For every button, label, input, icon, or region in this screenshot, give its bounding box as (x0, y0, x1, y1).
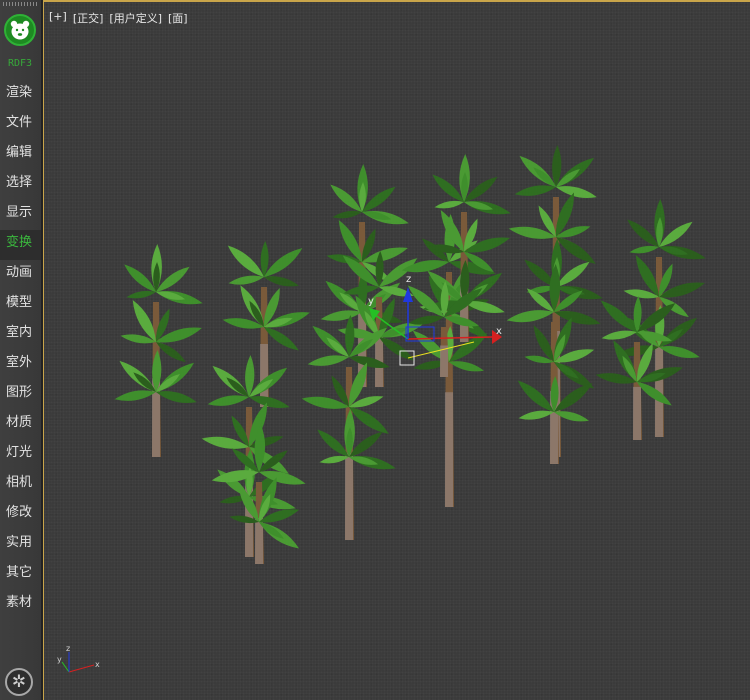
sidebar-item-exterior[interactable]: 室外 (0, 350, 41, 380)
palm-leaf (317, 429, 349, 457)
gizmo-z-label: z (406, 274, 411, 285)
palm-leaf (514, 185, 556, 196)
palm-trunk-base (445, 392, 453, 507)
sidebar-item-modify[interactable]: 修改 (0, 500, 41, 530)
sidebar-item-interior[interactable]: 室内 (0, 320, 41, 350)
palm-leaf (627, 219, 659, 247)
palm-leaf (156, 391, 197, 404)
sidebar-item-animation[interactable]: 动画 (0, 260, 41, 290)
palm-leaf (554, 311, 601, 325)
palm-leaf (408, 315, 444, 325)
palm-tree[interactable] (114, 244, 203, 457)
palm-leaf (556, 186, 597, 199)
axis-triad: x y z (57, 644, 100, 673)
sidebar-item-shapes[interactable]: 图形 (0, 380, 41, 410)
palm-leaf (264, 276, 299, 287)
sidebar-item-material[interactable]: 材质 (0, 410, 41, 440)
sidebar-item-file[interactable]: 文件 (0, 110, 41, 140)
palm-leaf (349, 356, 390, 369)
palm-leaf (434, 200, 464, 209)
palm-leaf (126, 290, 156, 299)
triad-y-label: y (57, 655, 62, 664)
palm-leaf (600, 300, 637, 332)
palm-leaf (207, 395, 249, 406)
sidebar-item-camera[interactable]: 相机 (0, 470, 41, 500)
palm-leaf (556, 237, 596, 264)
scene-canvas[interactable]: x y z x y z (44, 2, 750, 700)
tree-group[interactable] (114, 145, 706, 564)
palm-leaf (449, 361, 484, 372)
sidebar-item-select[interactable]: 选择 (0, 170, 41, 200)
palm-leaf (264, 327, 299, 351)
palm-leaf (332, 210, 362, 219)
gizmo-x-label: x (496, 326, 502, 337)
palm-leaf (264, 248, 303, 277)
palm-leaf (637, 382, 672, 406)
viewport-perspective[interactable]: [+] [正交] [用户定义] [面] x y z x y z (43, 0, 750, 700)
sidebar-item-utilities[interactable]: 实用 (0, 530, 41, 560)
sidebar-item-lights[interactable]: 灯光 (0, 440, 41, 470)
sidebar-item-transform[interactable]: 变换 (0, 230, 41, 260)
palm-trunk-base (633, 386, 641, 440)
palm-leaf (432, 174, 464, 202)
palm-leaf (506, 310, 554, 323)
sidebar-menu: 渲染 文件 编辑 选择 显示 变换 动画 模型 室内 室外 图形 材质 灯光 相… (0, 80, 41, 620)
palm-leaf (307, 355, 349, 366)
sidebar-grip[interactable] (3, 2, 37, 6)
sidebar-item-assets[interactable]: 素材 (0, 590, 41, 620)
palm-leaf (320, 310, 362, 321)
palm-leaf (330, 184, 362, 212)
gear-icon: ✲ (11, 672, 27, 692)
palm-tree[interactable] (595, 296, 683, 440)
palm-leaf (601, 330, 637, 340)
palm-leaf (659, 346, 700, 359)
palm-leaf (343, 285, 379, 295)
gizmo-y-label: y (368, 296, 374, 307)
settings-button[interactable]: ✲ (5, 668, 33, 696)
palm-leaf (114, 390, 156, 401)
sidebar-item-model[interactable]: 模型 (0, 290, 41, 320)
app-logo-icon[interactable] (4, 14, 36, 46)
sidebar-item-other[interactable]: 其它 (0, 560, 41, 590)
palm-trunk-base (345, 453, 353, 540)
palm-tree[interactable] (401, 214, 496, 507)
version-label: RDF3 (7, 58, 33, 69)
sidebar-item-edit[interactable]: 编辑 (0, 140, 41, 170)
palm-leaf (379, 258, 418, 287)
palm-leaf (629, 245, 659, 254)
palm-leaf (249, 396, 290, 409)
palm-leaf (156, 342, 186, 363)
palm-leaf (319, 455, 349, 464)
palm-leaf (227, 245, 264, 277)
palm-leaf (518, 410, 554, 420)
sidebar-item-display[interactable]: 显示 (0, 200, 41, 230)
palm-leaf (517, 380, 554, 412)
triad-x-label: x (95, 660, 100, 669)
palm-leaf (228, 275, 264, 285)
palm-leaf (124, 264, 156, 292)
triad-z-label: z (66, 644, 70, 653)
palm-leaf (349, 407, 389, 434)
sidebar-item-render[interactable]: 渲染 (0, 80, 41, 110)
command-sidebar: RDF3 渲染 文件 编辑 选择 显示 变换 动画 模型 室内 室外 图形 材质… (0, 0, 43, 700)
